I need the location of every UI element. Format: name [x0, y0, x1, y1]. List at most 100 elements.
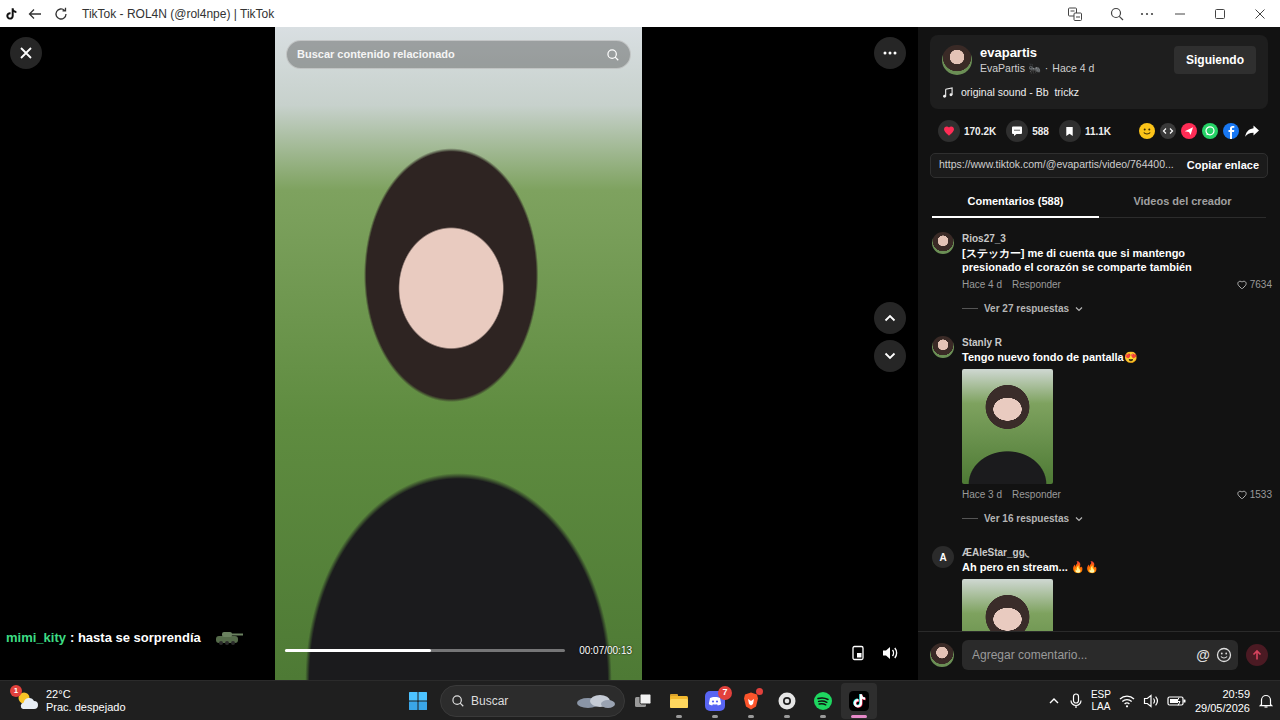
video-frame[interactable]	[275, 27, 642, 680]
copy-link-button[interactable]: Copiar enlace	[1187, 157, 1259, 174]
following-button[interactable]: Siguiendo	[1174, 46, 1256, 74]
share-friends-button[interactable]	[1139, 123, 1155, 139]
comment-stat[interactable]: 588	[1006, 120, 1049, 142]
commenter-avatar[interactable]: A	[932, 546, 954, 568]
heart-icon[interactable]	[1237, 280, 1247, 290]
sound-name[interactable]: original sound - Bb trickz	[961, 85, 1079, 99]
related-search-box[interactable]	[286, 40, 631, 69]
brave-taskbar-button[interactable]	[733, 683, 769, 719]
weather-description: Prac. despejado	[46, 701, 126, 714]
send-icon[interactable]	[1181, 123, 1197, 139]
notification-bell-icon[interactable]	[1258, 693, 1274, 709]
comment-like-button[interactable]: 7634	[1237, 278, 1272, 291]
replies-label[interactable]: Ver 16 respuestas	[984, 511, 1069, 526]
heart-icon[interactable]	[1237, 490, 1247, 500]
video-url[interactable]: https://www.tiktok.com/@evapartis/video/…	[939, 157, 1177, 173]
comment-image[interactable]	[962, 369, 1053, 484]
browser-menu-button[interactable]	[1134, 2, 1160, 26]
commenter-name[interactable]: Rios27_3	[962, 232, 1272, 245]
facebook-icon[interactable]	[1223, 123, 1239, 139]
start-button[interactable]	[400, 683, 436, 719]
previous-video-button[interactable]	[874, 302, 906, 334]
panel-tab[interactable]: Videos del creador	[1099, 188, 1266, 219]
input-language[interactable]: ESP LAA	[1091, 689, 1111, 713]
search-icon[interactable]	[606, 48, 620, 62]
chevron-down-icon[interactable]	[1075, 515, 1083, 523]
taskview-taskbar-button[interactable]	[625, 683, 661, 719]
mention-button[interactable]: @	[1196, 645, 1210, 666]
like-icon[interactable]	[938, 120, 960, 142]
weather-widget[interactable]: 1 22°C Prac. despejado	[0, 688, 400, 714]
comment-like-button[interactable]: 1533	[1237, 488, 1272, 501]
tiktok-icon[interactable]	[849, 691, 869, 711]
share-send-button[interactable]	[1181, 123, 1197, 139]
save-stat[interactable]: 11.1K	[1059, 120, 1111, 142]
share-whatsapp-button[interactable]	[1202, 123, 1218, 139]
close-window-button[interactable]	[1240, 0, 1280, 27]
whatsapp-icon[interactable]	[1202, 123, 1218, 139]
comment-field[interactable]: @	[962, 640, 1238, 670]
forward-icon[interactable]	[1244, 123, 1260, 139]
share-facebook-button[interactable]	[1223, 123, 1239, 139]
commenter-name[interactable]: Stanly R	[962, 336, 1272, 349]
spotify-taskbar-button[interactable]	[805, 683, 841, 719]
video-player[interactable]: 00:07/00:13	[275, 27, 642, 680]
running-indicator	[676, 715, 682, 718]
volume-button[interactable]	[874, 637, 906, 669]
save-icon[interactable]	[1059, 120, 1081, 142]
replies-label[interactable]: Ver 27 respuestas	[984, 301, 1069, 316]
progress-track[interactable]	[285, 649, 565, 652]
battery-icon[interactable]	[1167, 694, 1187, 708]
friends-icon[interactable]	[1139, 123, 1155, 139]
floating-player-button[interactable]	[842, 637, 874, 669]
share-embed-button[interactable]	[1160, 123, 1176, 139]
close-video-button[interactable]	[10, 37, 42, 69]
commenter-avatar[interactable]	[932, 336, 954, 358]
video-more-button[interactable]	[874, 37, 906, 69]
back-button[interactable]	[22, 2, 48, 26]
creator-handle[interactable]: evapartis	[980, 45, 1166, 61]
app-taskbar-button[interactable]	[769, 683, 805, 719]
translate-button[interactable]	[1062, 2, 1088, 26]
view-replies-button[interactable]: Ver 27 respuestas	[962, 301, 1272, 316]
app-icon[interactable]	[777, 691, 797, 711]
comment: Rios27_3[ステッカー] me di cuenta que si mant…	[932, 232, 1272, 316]
spotify-icon[interactable]	[813, 691, 833, 711]
embed-icon[interactable]	[1160, 123, 1176, 139]
search-label[interactable]: Buscar	[471, 692, 568, 710]
taskbar-search[interactable]: Buscar	[440, 685, 625, 717]
speaker-icon[interactable]	[1143, 694, 1159, 708]
commenter-avatar[interactable]	[932, 232, 954, 254]
send-comment-button[interactable]	[1246, 644, 1268, 666]
reply-button[interactable]: Responder	[1012, 278, 1061, 291]
sound-link[interactable]: original sound - Bb trickz	[942, 85, 1256, 99]
tiktok-taskbar-button[interactable]	[841, 683, 877, 719]
clock[interactable]: 20:59 29/05/2026	[1195, 687, 1250, 715]
panel-tab[interactable]: Comentarios (588)	[932, 188, 1099, 219]
commenter-name[interactable]: ÆAleStar_gg◟	[962, 546, 1272, 559]
explorer-taskbar-button[interactable]	[661, 683, 697, 719]
share-forward-button[interactable]	[1244, 123, 1260, 139]
microphone-icon[interactable]	[1069, 693, 1083, 709]
video-progress: 00:07/00:13	[285, 643, 632, 658]
emoji-button[interactable]	[1216, 647, 1232, 663]
minimize-button[interactable]	[1160, 0, 1200, 27]
reply-button[interactable]: Responder	[1012, 488, 1061, 501]
next-video-button[interactable]	[874, 340, 906, 372]
comment-input[interactable]	[970, 645, 1190, 665]
zoom-button[interactable]	[1104, 2, 1130, 26]
chevron-down-icon[interactable]	[1075, 305, 1083, 313]
like-stat[interactable]: 170.2K	[938, 120, 996, 142]
taskview-icon[interactable]	[633, 691, 653, 711]
comment-icon[interactable]	[1006, 120, 1028, 142]
explorer-icon[interactable]	[669, 691, 689, 711]
refresh-button[interactable]	[48, 2, 74, 26]
wifi-icon[interactable]	[1119, 694, 1135, 708]
tray-overflow-button[interactable]	[1047, 694, 1061, 708]
comment-image[interactable]	[962, 579, 1053, 631]
related-search-input[interactable]	[287, 46, 606, 63]
creator-avatar[interactable]	[942, 45, 972, 75]
maximize-button[interactable]	[1200, 0, 1240, 27]
view-replies-button[interactable]: Ver 16 respuestas	[962, 511, 1272, 526]
discord-taskbar-button[interactable]: 7	[697, 683, 733, 719]
